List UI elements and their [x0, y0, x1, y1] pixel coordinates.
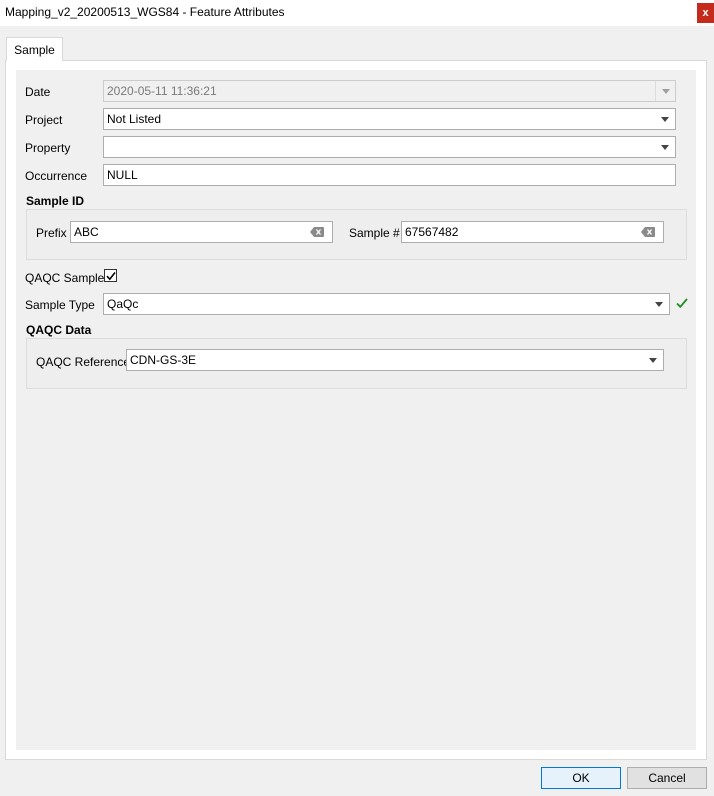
property-dropdown[interactable]	[655, 137, 675, 157]
prefix-input[interactable]: ABC	[70, 221, 333, 243]
qaqc-reference-dropdown[interactable]	[643, 350, 663, 370]
window-title: Mapping_v2_20200513_WGS84 - Feature Attr…	[5, 5, 285, 19]
chevron-down-icon	[661, 116, 669, 122]
valid-check-icon	[676, 298, 688, 309]
ok-button[interactable]: OK	[541, 767, 621, 789]
chevron-down-icon	[655, 301, 663, 307]
qaqc-data-title: QAQC Data	[26, 323, 92, 337]
clear-input-icon[interactable]	[641, 227, 655, 237]
date-dropdown	[655, 81, 675, 101]
prefix-label: Prefix	[36, 226, 67, 240]
tab-sample[interactable]: Sample	[6, 37, 63, 61]
project-value: Not Listed	[107, 112, 162, 126]
sample-type-select[interactable]: QaQc	[103, 293, 670, 315]
qaqc-reference-label: QAQC Reference	[36, 355, 131, 369]
close-icon: x	[702, 7, 709, 19]
prefix-value: ABC	[74, 225, 99, 239]
date-value: 2020-05-11 11:36:21	[107, 84, 217, 98]
property-label: Property	[25, 141, 71, 155]
sample-id-title: Sample ID	[26, 194, 85, 208]
date-field: 2020-05-11 11:36:21	[103, 80, 676, 102]
close-button[interactable]: x	[697, 3, 714, 23]
occurrence-label: Occurrence	[25, 169, 88, 183]
sample-number-label: Sample #	[349, 226, 400, 240]
project-label: Project	[25, 113, 63, 127]
qaqc-sample-checkbox[interactable]	[104, 269, 117, 282]
occurrence-value: NULL	[107, 168, 138, 182]
qaqc-sample-label: QAQC Sample?	[25, 271, 112, 285]
project-select[interactable]: Not Listed	[103, 108, 676, 130]
clear-input-icon[interactable]	[310, 227, 324, 237]
tab-label: Sample	[14, 42, 55, 57]
checkmark-icon	[106, 272, 116, 281]
sample-number-value: 67567482	[405, 225, 459, 239]
qaqc-reference-value: CDN-GS-3E	[130, 353, 197, 367]
chevron-down-icon	[661, 144, 669, 150]
cancel-button[interactable]: Cancel	[627, 767, 707, 789]
project-dropdown[interactable]	[655, 109, 675, 129]
occurrence-input[interactable]: NULL	[103, 164, 676, 186]
sample-type-label: Sample Type	[25, 298, 95, 312]
property-select[interactable]	[103, 136, 676, 158]
sample-type-dropdown[interactable]	[649, 294, 669, 314]
qaqc-reference-select[interactable]: CDN-GS-3E	[126, 349, 664, 371]
title-bar: Mapping_v2_20200513_WGS84 - Feature Attr…	[0, 0, 714, 26]
sample-number-input[interactable]: 67567482	[401, 221, 664, 243]
chevron-down-icon	[649, 357, 657, 363]
sample-type-value: QaQc	[107, 297, 139, 311]
date-label: Date	[25, 85, 51, 99]
chevron-down-icon	[661, 88, 670, 94]
